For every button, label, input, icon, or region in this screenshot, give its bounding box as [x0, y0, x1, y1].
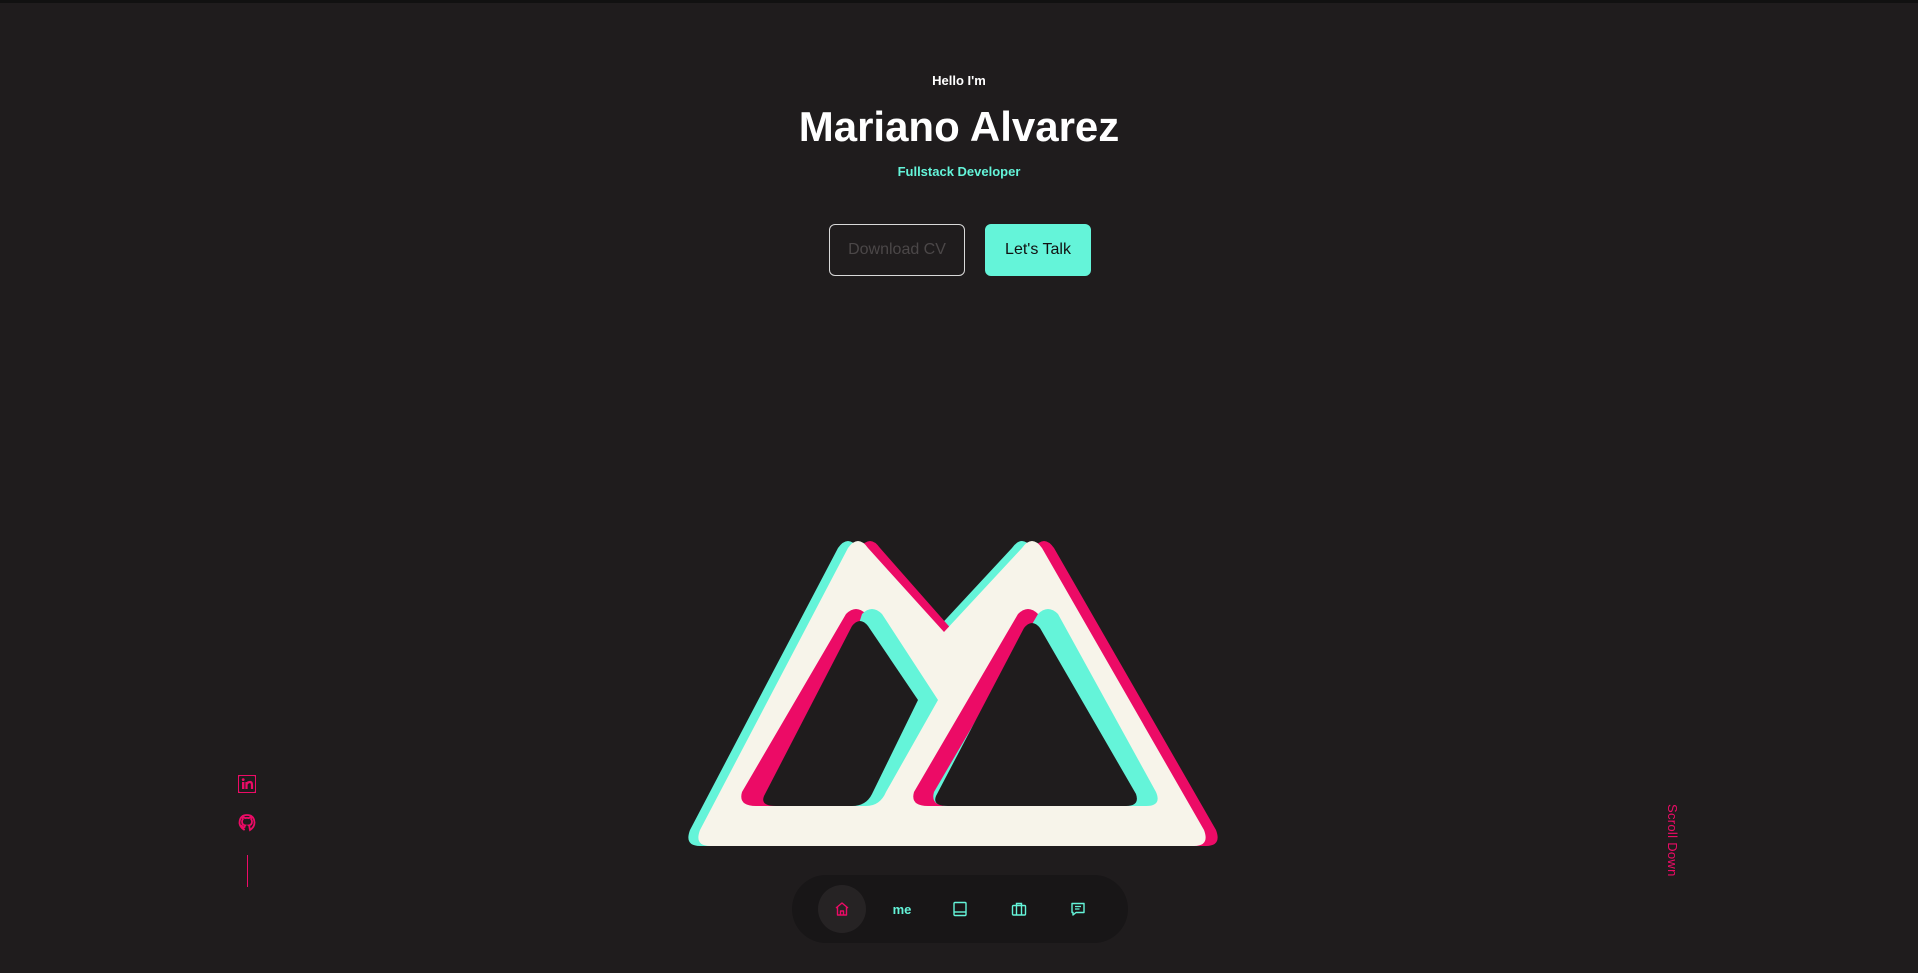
message-icon [1071, 902, 1085, 916]
github-link[interactable] [238, 814, 256, 832]
bottom-nav: me [792, 875, 1128, 943]
social-divider [247, 855, 248, 887]
nav-home[interactable] [818, 885, 866, 933]
nav-work[interactable] [995, 885, 1043, 933]
lets-talk-button[interactable]: Let's Talk [985, 224, 1091, 276]
hero-role: Fullstack Developer [897, 164, 1021, 179]
nav-me[interactable]: me [878, 885, 926, 933]
github-icon [238, 814, 256, 832]
nav-contact[interactable] [1054, 885, 1102, 933]
hero-name: Mariano Alvarez [798, 103, 1120, 150]
social-links [237, 774, 258, 887]
download-cv-button[interactable]: Download CV [829, 224, 965, 276]
nav-me-label: me [892, 901, 912, 917]
scroll-down-link[interactable]: Scroll Down [1665, 804, 1680, 877]
greeting-text: Hello I'm [932, 73, 986, 88]
top-strip [0, 0, 1918, 3]
linkedin-icon [237, 774, 257, 794]
linkedin-link[interactable] [237, 774, 257, 794]
logo-m-icon [688, 541, 1218, 846]
book-icon [953, 901, 967, 917]
home-icon [835, 902, 849, 916]
nav-book[interactable] [936, 885, 984, 933]
briefcase-icon [1011, 902, 1027, 916]
